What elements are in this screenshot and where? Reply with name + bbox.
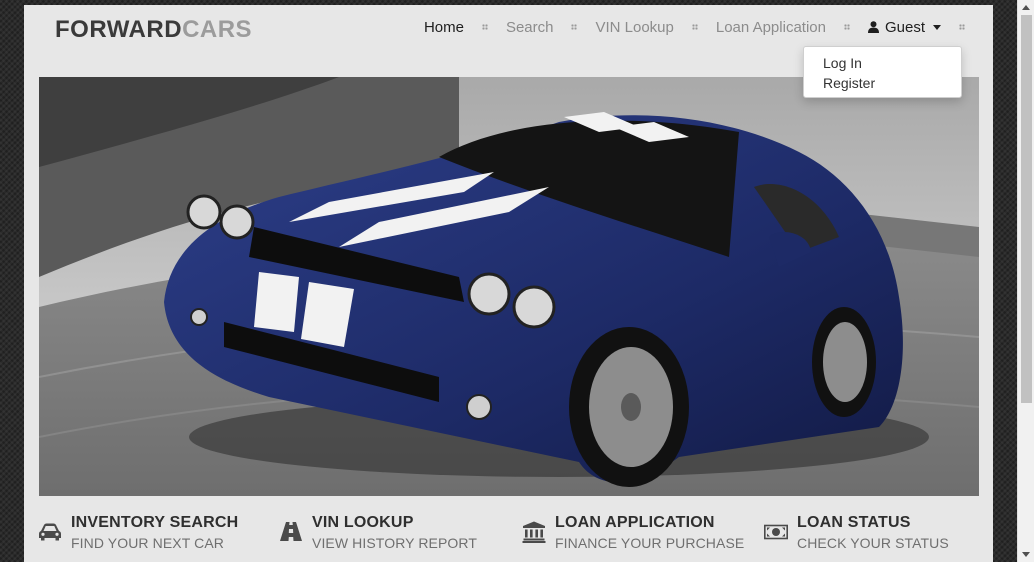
hero-image bbox=[39, 77, 979, 496]
nav-search[interactable]: Search bbox=[506, 19, 554, 36]
feature-text: VIN LOOKUP VIEW HISTORY REPORT bbox=[312, 513, 477, 553]
feature-subtitle: FIND YOUR NEXT CAR bbox=[71, 535, 224, 551]
feature-subtitle: VIEW HISTORY REPORT bbox=[312, 535, 478, 551]
scroll-down-arrow-icon[interactable] bbox=[1022, 552, 1030, 557]
user-menu-toggle[interactable]: Guest bbox=[867, 18, 941, 36]
scrollbar-thumb[interactable] bbox=[1021, 15, 1032, 403]
hero-car-illustration bbox=[39, 77, 979, 496]
feature-text: INVENTORY SEARCH FIND YOUR NEXT CAR bbox=[71, 513, 238, 553]
page-scrollbar[interactable] bbox=[1017, 0, 1034, 562]
money-icon bbox=[764, 524, 788, 540]
menu-item-register[interactable]: Register bbox=[804, 73, 961, 93]
feature-title: VIN LOOKUP bbox=[312, 514, 414, 531]
bank-icon bbox=[522, 521, 546, 543]
feature-loan-status[interactable]: LOAN STATUS CHECK YOUR STATUS bbox=[764, 513, 949, 553]
nav-loan-application[interactable]: Loan Application bbox=[716, 19, 826, 36]
scroll-up-arrow-icon[interactable] bbox=[1022, 5, 1030, 10]
feature-strip: INVENTORY SEARCH FIND YOUR NEXT CAR VIN … bbox=[24, 513, 993, 562]
road-icon bbox=[280, 522, 302, 541]
user-menu-label: Guest bbox=[884, 18, 925, 36]
main-nav: Home Search VIN Lookup Loan Application … bbox=[424, 17, 965, 37]
feature-vin-lookup[interactable]: VIN LOOKUP VIEW HISTORY REPORT bbox=[279, 513, 477, 553]
car-icon bbox=[39, 523, 61, 541]
feature-text: LOAN APPLICATION FINANCE YOUR PURCHASE bbox=[555, 513, 744, 553]
nav-separator bbox=[843, 24, 850, 30]
feature-title: LOAN STATUS bbox=[797, 514, 911, 531]
user-dropdown-menu: Log In Register bbox=[803, 46, 962, 98]
brand-part-cars: CARS bbox=[182, 16, 253, 43]
nav-separator bbox=[481, 24, 488, 30]
feature-subtitle: CHECK YOUR STATUS bbox=[797, 535, 949, 551]
feature-inventory-search[interactable]: INVENTORY SEARCH FIND YOUR NEXT CAR bbox=[38, 513, 238, 553]
nav-vin-lookup[interactable]: VIN Lookup bbox=[595, 19, 673, 36]
brand-logo[interactable]: FORWARDCARS bbox=[55, 18, 252, 42]
feature-title: INVENTORY SEARCH bbox=[71, 514, 239, 531]
brand-part-forward: FORWARD bbox=[55, 16, 183, 43]
chevron-down-icon bbox=[933, 24, 941, 30]
feature-loan-application[interactable]: LOAN APPLICATION FINANCE YOUR PURCHASE bbox=[522, 513, 744, 553]
feature-title: LOAN APPLICATION bbox=[555, 514, 715, 531]
nav-home[interactable]: Home bbox=[424, 19, 464, 36]
nav-separator bbox=[571, 24, 578, 30]
menu-item-log-in[interactable]: Log In bbox=[804, 53, 961, 73]
feature-text: LOAN STATUS CHECK YOUR STATUS bbox=[797, 513, 949, 553]
user-icon bbox=[867, 21, 879, 33]
feature-subtitle: FINANCE YOUR PURCHASE bbox=[555, 535, 745, 551]
nav-separator bbox=[959, 24, 965, 30]
page-container: FORWARDCARS Home Search VIN Lookup Loan … bbox=[24, 5, 993, 562]
nav-separator bbox=[691, 24, 698, 30]
